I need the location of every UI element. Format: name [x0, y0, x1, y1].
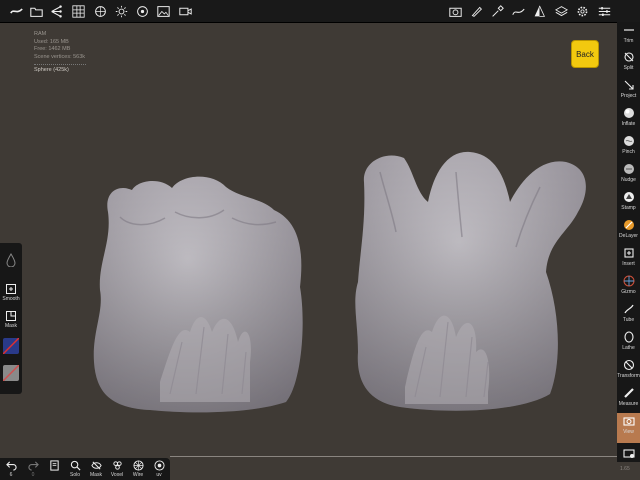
tool-camera-extra[interactable]: [617, 445, 640, 461]
delayer-icon: [622, 218, 636, 232]
redo-button[interactable]: 0: [24, 460, 42, 480]
tool-nudge[interactable]: Nudge: [617, 161, 640, 188]
measure-icon: [622, 386, 636, 400]
scene-canvas: [93, 151, 586, 413]
left-brush-panel: Smooth Mask: [0, 243, 22, 394]
history-icon: [49, 460, 59, 471]
tool-project[interactable]: Project: [617, 77, 640, 104]
project-icon: [622, 78, 636, 92]
bottom-toolbar: 6 0 Solo Mask Voxel Wire uv: [0, 458, 170, 480]
tool-view[interactable]: View: [617, 413, 640, 443]
selected-object-label[interactable]: Sphere (425k): [34, 67, 86, 75]
stats-vertices: Scene vertices: 563k: [34, 53, 86, 60]
tool-stamp[interactable]: Stamp: [617, 189, 640, 216]
eye-slash-icon: [90, 461, 102, 470]
smooth-toggle[interactable]: Smooth: [0, 283, 22, 302]
uv-icon: [153, 460, 165, 471]
lathe-icon: [622, 330, 636, 344]
wireframe-button[interactable]: Wire: [129, 460, 147, 480]
gizmo-icon: [622, 274, 636, 288]
settings-gear-icon[interactable]: [574, 3, 590, 19]
app-logo-icon[interactable]: [8, 3, 24, 19]
material-sphere-icon[interactable]: [92, 3, 108, 19]
stats-free: Free: 1462 MB: [34, 46, 71, 52]
right-toolbar: Trim Split Project Inflate Pinch Nudge S…: [617, 22, 640, 462]
solo-button[interactable]: Solo: [66, 460, 84, 480]
uv-button[interactable]: uv: [150, 460, 168, 480]
tool-transform[interactable]: Transform: [617, 357, 640, 384]
camera-settings-icon: [622, 446, 636, 460]
stats-divider: [34, 64, 86, 65]
tool-tube[interactable]: Tube: [617, 301, 640, 328]
stamp-icon: [622, 190, 636, 204]
voxel-icon: [112, 461, 122, 470]
pinch-icon: [622, 134, 636, 148]
symmetry-icon[interactable]: [531, 3, 547, 19]
nudge-icon: [622, 162, 636, 176]
layers-icon[interactable]: [553, 3, 569, 19]
stats-used: Used: 165 MB: [34, 38, 69, 45]
right-fist-model: [355, 151, 586, 411]
brush-pen-icon[interactable]: [468, 3, 484, 19]
back-button[interactable]: Back: [571, 40, 599, 68]
topology-grid-icon[interactable]: [70, 3, 86, 19]
wireframe-icon: [132, 460, 144, 471]
left-fist-model: [93, 176, 303, 413]
history-button[interactable]: [45, 460, 63, 480]
lighting-sun-icon[interactable]: [113, 3, 129, 19]
transform-icon: [622, 358, 636, 372]
brush-color-swatch[interactable]: [0, 338, 22, 354]
tool-lathe[interactable]: Lathe: [617, 329, 640, 356]
tool-insert[interactable]: Insert: [617, 245, 640, 272]
version-label: 1.65: [620, 466, 630, 472]
tools-menu-icon[interactable]: [596, 3, 612, 19]
view-icon: [622, 414, 636, 428]
postprocess-icon[interactable]: [134, 3, 150, 19]
undo-icon: [5, 461, 17, 471]
tool-pinch[interactable]: Pinch: [617, 133, 640, 160]
inflate-icon: [622, 106, 636, 120]
folder-icon[interactable]: [28, 3, 44, 19]
material-swatch-icon: [3, 365, 19, 381]
video-camera-icon[interactable]: [177, 3, 193, 19]
brush-radius-slider[interactable]: [0, 253, 22, 267]
insert-icon: [622, 246, 636, 260]
tool-gizmo[interactable]: Gizmo: [617, 273, 640, 300]
tube-icon: [622, 302, 636, 316]
solo-search-icon: [70, 460, 81, 471]
timeline-divider: [170, 456, 617, 457]
color-swatch-icon: [3, 338, 19, 354]
stroke-settings-icon[interactable]: [510, 3, 526, 19]
mask-toggle[interactable]: Mask: [0, 310, 22, 329]
stats-ram: RAM: [34, 31, 47, 37]
drop-icon: [6, 253, 16, 267]
redo-icon: [27, 461, 39, 471]
scene-stats: RAM Used: 165 MB Free: 1462 MB Scene ver…: [34, 31, 86, 75]
split-icon: [622, 50, 636, 64]
scene-tree-icon[interactable]: [48, 3, 64, 19]
trim-icon: [622, 23, 636, 37]
tool-delayer[interactable]: DeLayer: [617, 217, 640, 244]
tool-split[interactable]: Split: [617, 49, 640, 76]
mask-icon: [6, 311, 16, 321]
top-toolbar: [0, 0, 640, 23]
viewport[interactable]: [0, 22, 617, 456]
tool-trim[interactable]: Trim: [617, 22, 640, 49]
image-reference-icon[interactable]: [155, 3, 171, 19]
color-picker-icon[interactable]: [489, 3, 505, 19]
smooth-icon: [6, 284, 16, 294]
tool-measure[interactable]: Measure: [617, 385, 640, 412]
material-swatch[interactable]: [0, 365, 22, 381]
voxel-button[interactable]: Voxel: [108, 460, 126, 480]
mask-visibility-button[interactable]: Mask: [87, 460, 105, 480]
undo-button[interactable]: 6: [2, 460, 20, 480]
screenshot-camera-icon[interactable]: [447, 3, 463, 19]
tool-inflate[interactable]: Inflate: [617, 105, 640, 132]
